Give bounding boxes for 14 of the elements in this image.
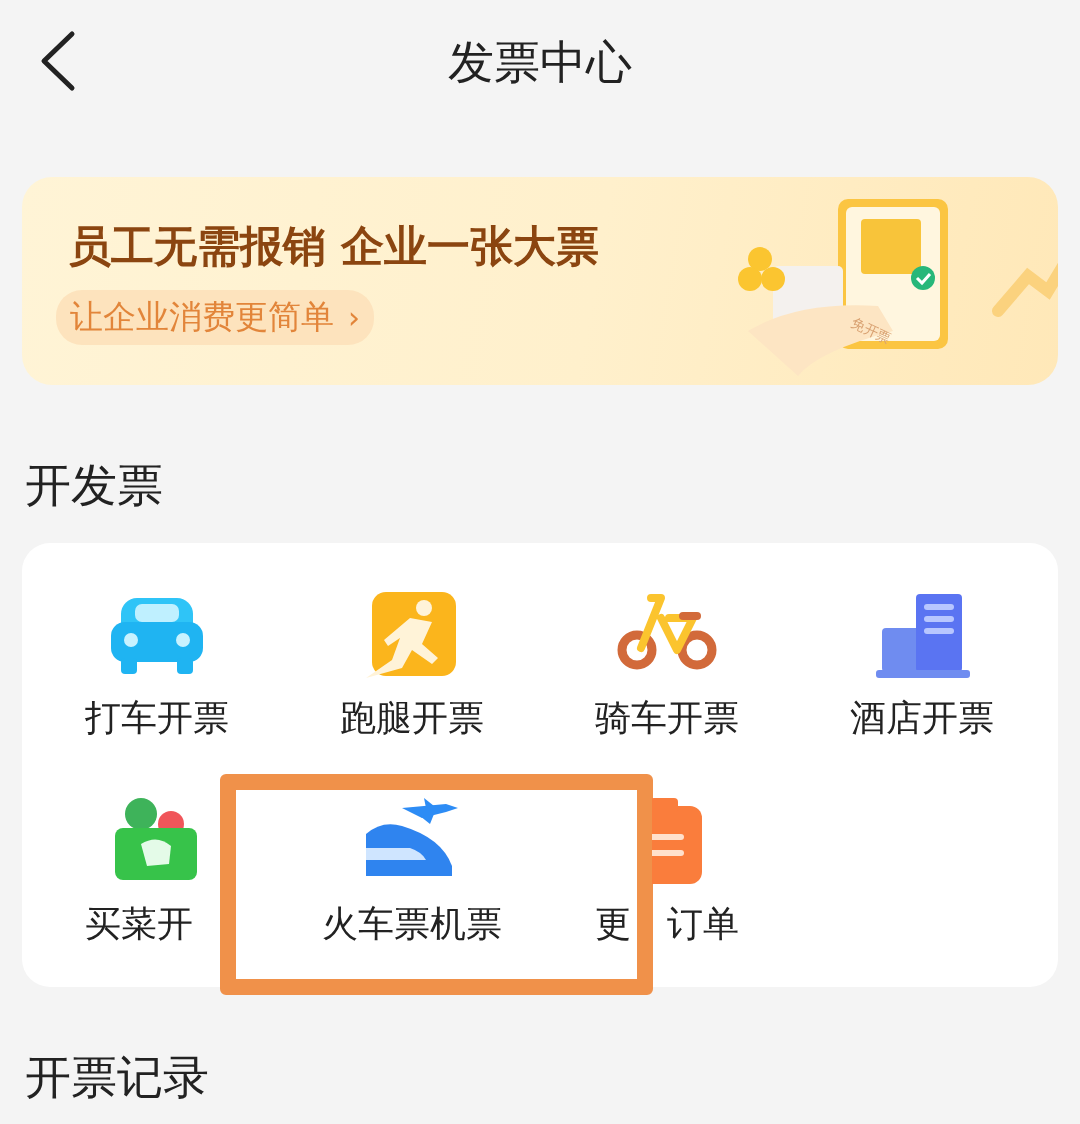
section-title: 开发票: [24, 457, 164, 513]
item-label[interactable]: 火车票机票: [321, 902, 502, 946]
item-label[interactable]: 更: [594, 902, 631, 946]
item-label[interactable]: 骑车开票: [594, 696, 739, 740]
item-label[interactable]: 订单: [666, 902, 739, 946]
banner-headline: 员工无需报销 企业一张大票: [67, 219, 599, 273]
illustration-text: 免开票: [848, 314, 894, 347]
item-label[interactable]: 打车开票: [84, 696, 229, 740]
item-label[interactable]: 买菜开: [84, 902, 193, 946]
item-label[interactable]: 跑腿开票: [339, 696, 484, 740]
promo-banner[interactable]: 员工无需报销 企业一张大票 让企业消费更简单 › 免开票: [22, 177, 1058, 385]
page-title: 发票中心: [448, 33, 632, 91]
section-title: 开票记录: [24, 1049, 210, 1105]
item-label[interactable]: 酒店开票: [849, 696, 994, 740]
